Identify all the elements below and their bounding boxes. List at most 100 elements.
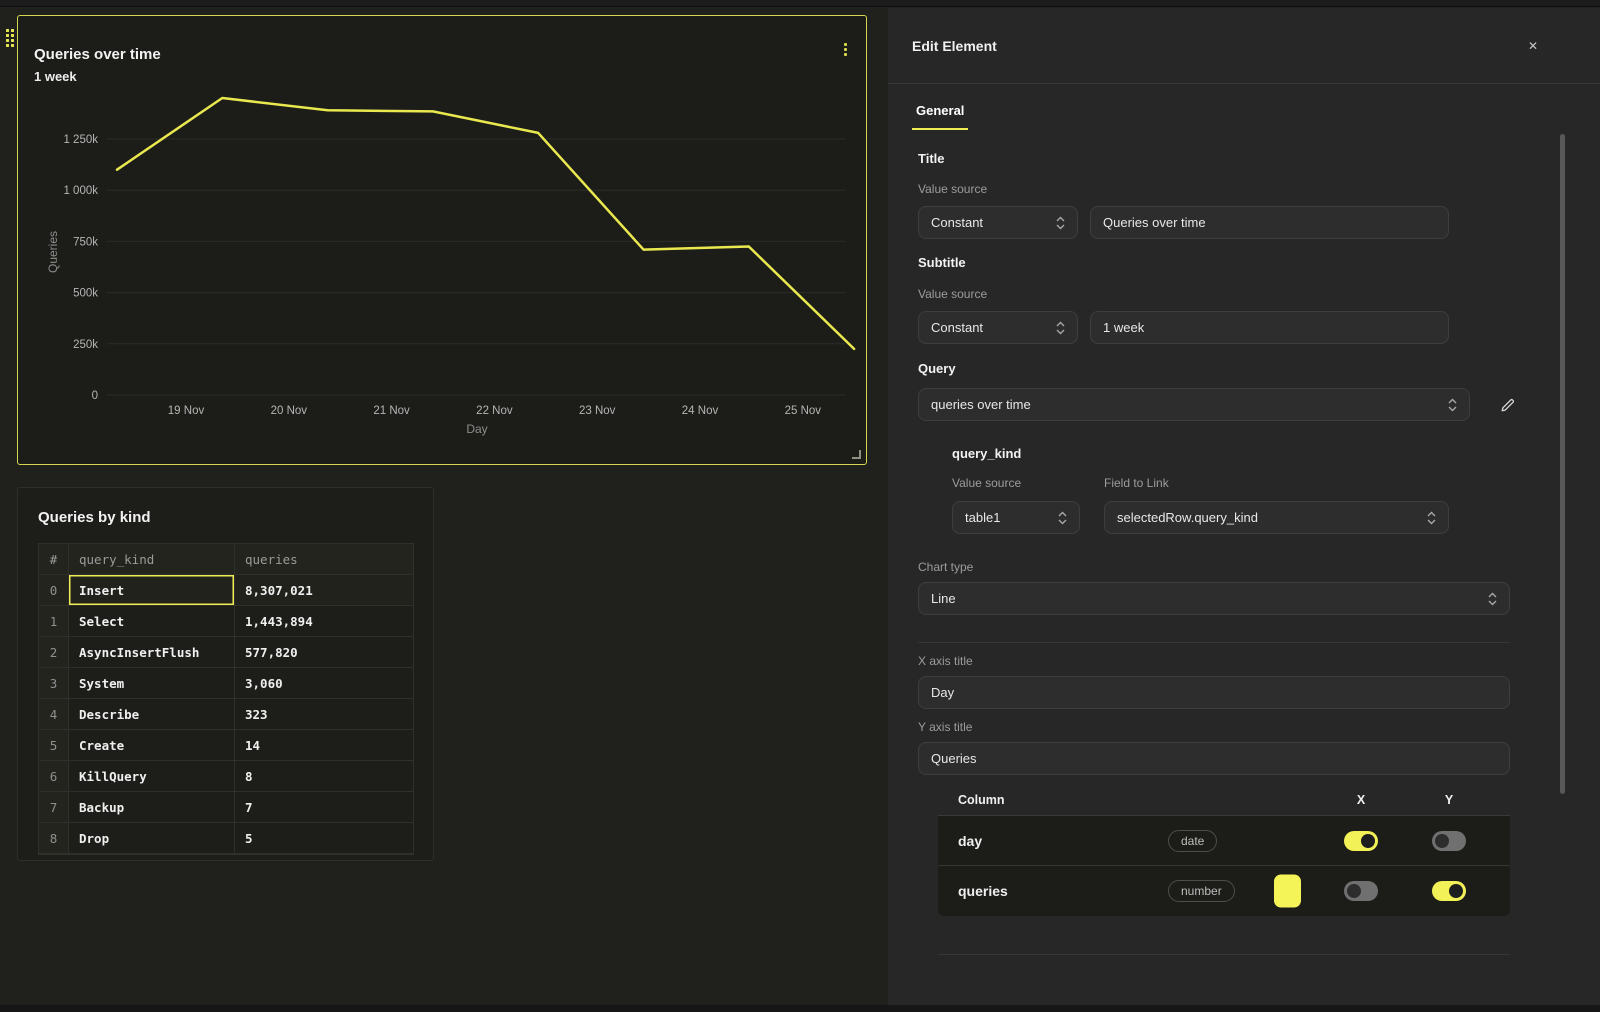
toggle-queries-y[interactable]: [1432, 881, 1466, 901]
edit-element-panel: Edit Element ✕ General Title Value sourc…: [888, 8, 1600, 1005]
table-header-cell: queries: [235, 544, 413, 575]
tab-general[interactable]: General: [912, 103, 968, 130]
row-index-cell: 8: [39, 823, 69, 854]
query-select-value: queries over time: [931, 397, 1031, 412]
edit-query-pencil-icon[interactable]: [1500, 397, 1516, 413]
table-row[interactable]: 3System3,060: [39, 668, 413, 699]
queries-value-cell[interactable]: 8: [235, 761, 413, 792]
chevron-up-down-icon: [1488, 592, 1497, 606]
table-row[interactable]: 1Select1,443,894: [39, 606, 413, 637]
query-kind-cell[interactable]: AsyncInsertFlush: [69, 637, 235, 668]
query-kind-source-value: table1: [965, 510, 1000, 525]
row-index-cell: 5: [39, 730, 69, 761]
x-axis-title-value: Day: [931, 685, 954, 700]
chart-subtitle: 1 week: [34, 69, 161, 84]
title-value-source-label: Value source: [918, 182, 1540, 196]
y-axis-title-value: Queries: [931, 751, 977, 766]
queries-value-cell[interactable]: 577,820: [235, 637, 413, 668]
chevron-up-down-icon: [1056, 321, 1065, 335]
chart-panel-queries-over-time[interactable]: 0250k500k750k1 000k1 250k19 Nov20 Nov21 …: [17, 15, 867, 465]
y-tick-label: 250k: [73, 339, 98, 351]
y-tick-label: 1 250k: [63, 134, 98, 146]
queries-value-cell[interactable]: 5: [235, 823, 413, 854]
queries-value-cell[interactable]: 14: [235, 730, 413, 761]
toggle-queries-x[interactable]: [1344, 881, 1378, 901]
x-tick-label: 20 Nov: [271, 405, 308, 417]
close-icon[interactable]: ✕: [1524, 35, 1542, 57]
query-kind-cell[interactable]: Insert: [69, 575, 235, 606]
toggle-knob: [1347, 884, 1361, 898]
table-panel-title: Queries by kind: [38, 509, 151, 526]
query-kind-cell[interactable]: Backup: [69, 792, 235, 823]
series-color-swatch[interactable]: [1274, 875, 1301, 908]
subtitle-text-input[interactable]: 1 week: [1090, 311, 1449, 344]
chevron-up-down-icon: [1448, 398, 1457, 412]
query-kind-cell[interactable]: Drop: [69, 823, 235, 854]
query-kind-heading: query_kind: [952, 446, 1540, 461]
x-tick-label: 24 Nov: [682, 405, 719, 417]
toggle-day-y[interactable]: [1432, 831, 1466, 851]
table-row[interactable]: 5Create14: [39, 730, 413, 761]
type-badge-date: date: [1168, 830, 1217, 852]
query-kind-source-select[interactable]: table1: [952, 501, 1080, 534]
queries-value-cell[interactable]: 3,060: [235, 668, 413, 699]
x-axis-title-input[interactable]: Day: [918, 676, 1510, 709]
table-row[interactable]: 6KillQuery8: [39, 761, 413, 792]
chart-type-value: Line: [931, 591, 956, 606]
query-kind-cell[interactable]: System: [69, 668, 235, 699]
queries-value-cell[interactable]: 323: [235, 699, 413, 730]
queries-by-kind-table: #query_kindqueries0Insert8,307,0211Selec…: [38, 543, 414, 855]
table-row[interactable]: 2AsyncInsertFlush577,820: [39, 637, 413, 668]
chevron-up-down-icon: [1056, 216, 1065, 230]
y-tick-label: 1 000k: [63, 185, 98, 197]
title-text-value: Queries over time: [1103, 215, 1206, 230]
row-index-cell: 2: [39, 637, 69, 668]
subtitle-section-heading: Subtitle: [918, 255, 1540, 270]
chart-type-select[interactable]: Line: [918, 582, 1510, 615]
row-index-cell: 3: [39, 668, 69, 699]
title-source-select[interactable]: Constant: [918, 206, 1078, 239]
queries-value-cell[interactable]: 7: [235, 792, 413, 823]
chart-resize-handle[interactable]: [852, 450, 861, 459]
type-badge-number: number: [1168, 880, 1235, 902]
table-row[interactable]: 0Insert8,307,021: [39, 575, 413, 606]
panel-scrollbar[interactable]: [1560, 134, 1565, 794]
toggle-knob: [1449, 884, 1463, 898]
y-axis-title-input[interactable]: Queries: [918, 742, 1510, 775]
table-row[interactable]: 8Drop5: [39, 823, 413, 854]
table-row[interactable]: 4Describe323: [39, 699, 413, 730]
query-section-heading: Query: [918, 361, 1540, 376]
chart-title: Queries over time: [34, 46, 161, 63]
query-select[interactable]: queries over time: [918, 388, 1470, 421]
subtitle-source-value: Constant: [931, 320, 983, 335]
title-text-input[interactable]: Queries over time: [1090, 206, 1449, 239]
column-header-label: Column: [958, 793, 1005, 807]
subtitle-text-value: 1 week: [1103, 320, 1144, 335]
y-tick-label: 0: [92, 390, 98, 402]
column-name: day: [958, 833, 982, 849]
query-kind-cell[interactable]: Select: [69, 606, 235, 637]
table-row[interactable]: 7Backup7: [39, 792, 413, 823]
chart-menu-kebab-icon[interactable]: [841, 40, 850, 59]
query-kind-field-select[interactable]: selectedRow.query_kind: [1104, 501, 1449, 534]
x-axis-title-label: X axis title: [918, 654, 1540, 668]
toggle-day-x[interactable]: [1344, 831, 1378, 851]
table-panel-queries-by-kind[interactable]: Queries by kind #query_kindqueries0Inser…: [17, 487, 434, 861]
subtitle-source-select[interactable]: Constant: [918, 311, 1078, 344]
edit-element-header: Edit Element ✕: [888, 8, 1600, 84]
chevron-up-down-icon: [1058, 511, 1067, 525]
query-kind-cell[interactable]: KillQuery: [69, 761, 235, 792]
query-kind-cell[interactable]: Describe: [69, 699, 235, 730]
x-tick-label: 21 Nov: [373, 405, 410, 417]
table-header-row: #query_kindqueries: [39, 544, 413, 575]
drag-handle-icon[interactable]: [6, 29, 14, 47]
y-header-label: Y: [1432, 793, 1466, 807]
queries-value-cell[interactable]: 8,307,021: [235, 575, 413, 606]
chart-type-label: Chart type: [918, 560, 1540, 574]
query-kind-value-source-label: Value source: [952, 476, 1080, 490]
queries-value-cell[interactable]: 1,443,894: [235, 606, 413, 637]
query-kind-field-label: Field to Link: [1104, 476, 1449, 490]
column-name: queries: [958, 883, 1008, 899]
columns-mapping-table: Column X Y daydatequeriesnumber: [938, 786, 1510, 916]
query-kind-cell[interactable]: Create: [69, 730, 235, 761]
